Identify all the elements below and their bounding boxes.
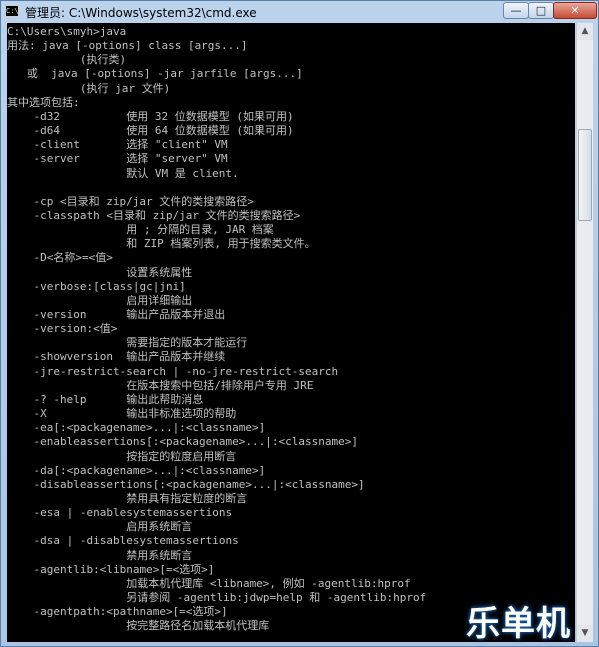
console-line: -ea[:<packagename>...|:<classname>]: [7, 421, 266, 435]
console-line: -dsa | -disablesystemassertions: [7, 534, 239, 548]
maximize-button[interactable]: □: [528, 2, 554, 19]
console-line: -agentpath:<pathname>[=<选项>]: [7, 605, 228, 619]
console-line: -server 选择 "server" VM: [7, 152, 228, 166]
cmd-window: C:\ 管理员: C:\Windows\system32\cmd.exe — □…: [0, 0, 599, 647]
console-line: -D<名称>=<值>: [7, 251, 113, 265]
scroll-up-arrow-icon[interactable]: ▲: [577, 23, 593, 40]
console-line: 其中选项包括:: [7, 95, 80, 109]
console-line: 禁用系统断言: [7, 548, 193, 562]
console-line: -esa | -enablesystemassertions: [7, 506, 233, 520]
console-line: -verbose:[class|gc|jni]: [7, 279, 186, 293]
close-button[interactable]: ✕: [553, 2, 597, 19]
minimize-button[interactable]: —: [503, 2, 529, 19]
console-line: 默认 VM 是 client.: [7, 166, 239, 180]
console-line: -jre-restrict-search | -no-jre-restrict-…: [7, 364, 339, 378]
console-line: C:\Users\smyh>java: [7, 25, 127, 38]
console-line: -showversion 输出产品版本并继续: [7, 350, 226, 364]
cmd-app-icon[interactable]: C:\: [5, 5, 19, 17]
title-bar[interactable]: C:\ 管理员: C:\Windows\system32\cmd.exe — □…: [1, 1, 598, 23]
console-output[interactable]: C:\Users\smyh>java 用法: java [-options] cl…: [7, 23, 575, 642]
console-line: (执行类): [7, 53, 127, 67]
console-line: 禁用具有指定粒度的断言: [7, 491, 248, 505]
console-line: 用 ; 分隔的目录, JAR 档案: [7, 223, 274, 237]
scroll-thumb[interactable]: [578, 128, 592, 221]
console-line: -agentlib:<libname>[=<选项>]: [7, 562, 215, 576]
console-line: 设置系统属性: [7, 265, 193, 279]
console-line: 需要指定的版本才能运行: [7, 336, 248, 350]
console-line: -cp <目录和 zip/jar 文件的类搜索路径>: [7, 194, 254, 208]
vertical-scrollbar[interactable]: ▲ ▼: [576, 23, 593, 642]
window-title: 管理员: C:\Windows\system32\cmd.exe: [25, 6, 257, 20]
console-line: -d64 使用 64 位数据模型 (如果可用): [7, 124, 294, 138]
console-line: -enableassertions[:<packagename>...|:<cl…: [7, 435, 358, 449]
console-line: 加载本机代理库 <libname>, 例如 -agentlib:hprof: [7, 576, 411, 590]
console-line: -version 输出产品版本并退出: [7, 308, 226, 321]
console-line: -? -help 输出此帮助消息: [7, 392, 204, 406]
console-line: -d32 使用 32 位数据模型 (如果可用): [7, 109, 294, 123]
console-line: 和 ZIP 档案列表, 用于搜索类文件。: [7, 237, 316, 251]
console-line: (执行 jar 文件): [7, 81, 171, 95]
console-line: -X 输出非标准选项的帮助: [7, 407, 237, 421]
console-line: 在版本搜索中包括/排除用户专用 JRE: [7, 378, 314, 392]
console-line: 另请参阅 -agentlib:jdwp=help 和 -agentlib:hpr…: [7, 591, 427, 604]
console-line: -disableassertions[:<packagename>...|:<c…: [7, 477, 365, 491]
console-line: -client 选择 "client" VM: [7, 138, 228, 152]
console-line: -classpath <目录和 zip/jar 文件的类搜索路径>: [7, 208, 301, 222]
console-line: 启用系统断言: [7, 520, 193, 534]
watermark-logo: 乐单机: [466, 604, 571, 644]
console-line: 按完整路径名加载本机代理库: [7, 619, 270, 633]
console-line: 启用详细输出: [7, 293, 193, 307]
console-line: -da[:<packagename>...|:<classname>]: [7, 463, 266, 477]
scroll-down-arrow-icon[interactable]: ▼: [577, 625, 593, 642]
console-line: -version:<值>: [7, 322, 118, 336]
console-line: 或 java [-options] -jar jarfile [args...]: [7, 67, 303, 81]
console-line: 按指定的粒度启用断言: [7, 449, 237, 463]
console-line: 用法: java [-options] class [args...]: [7, 39, 248, 53]
